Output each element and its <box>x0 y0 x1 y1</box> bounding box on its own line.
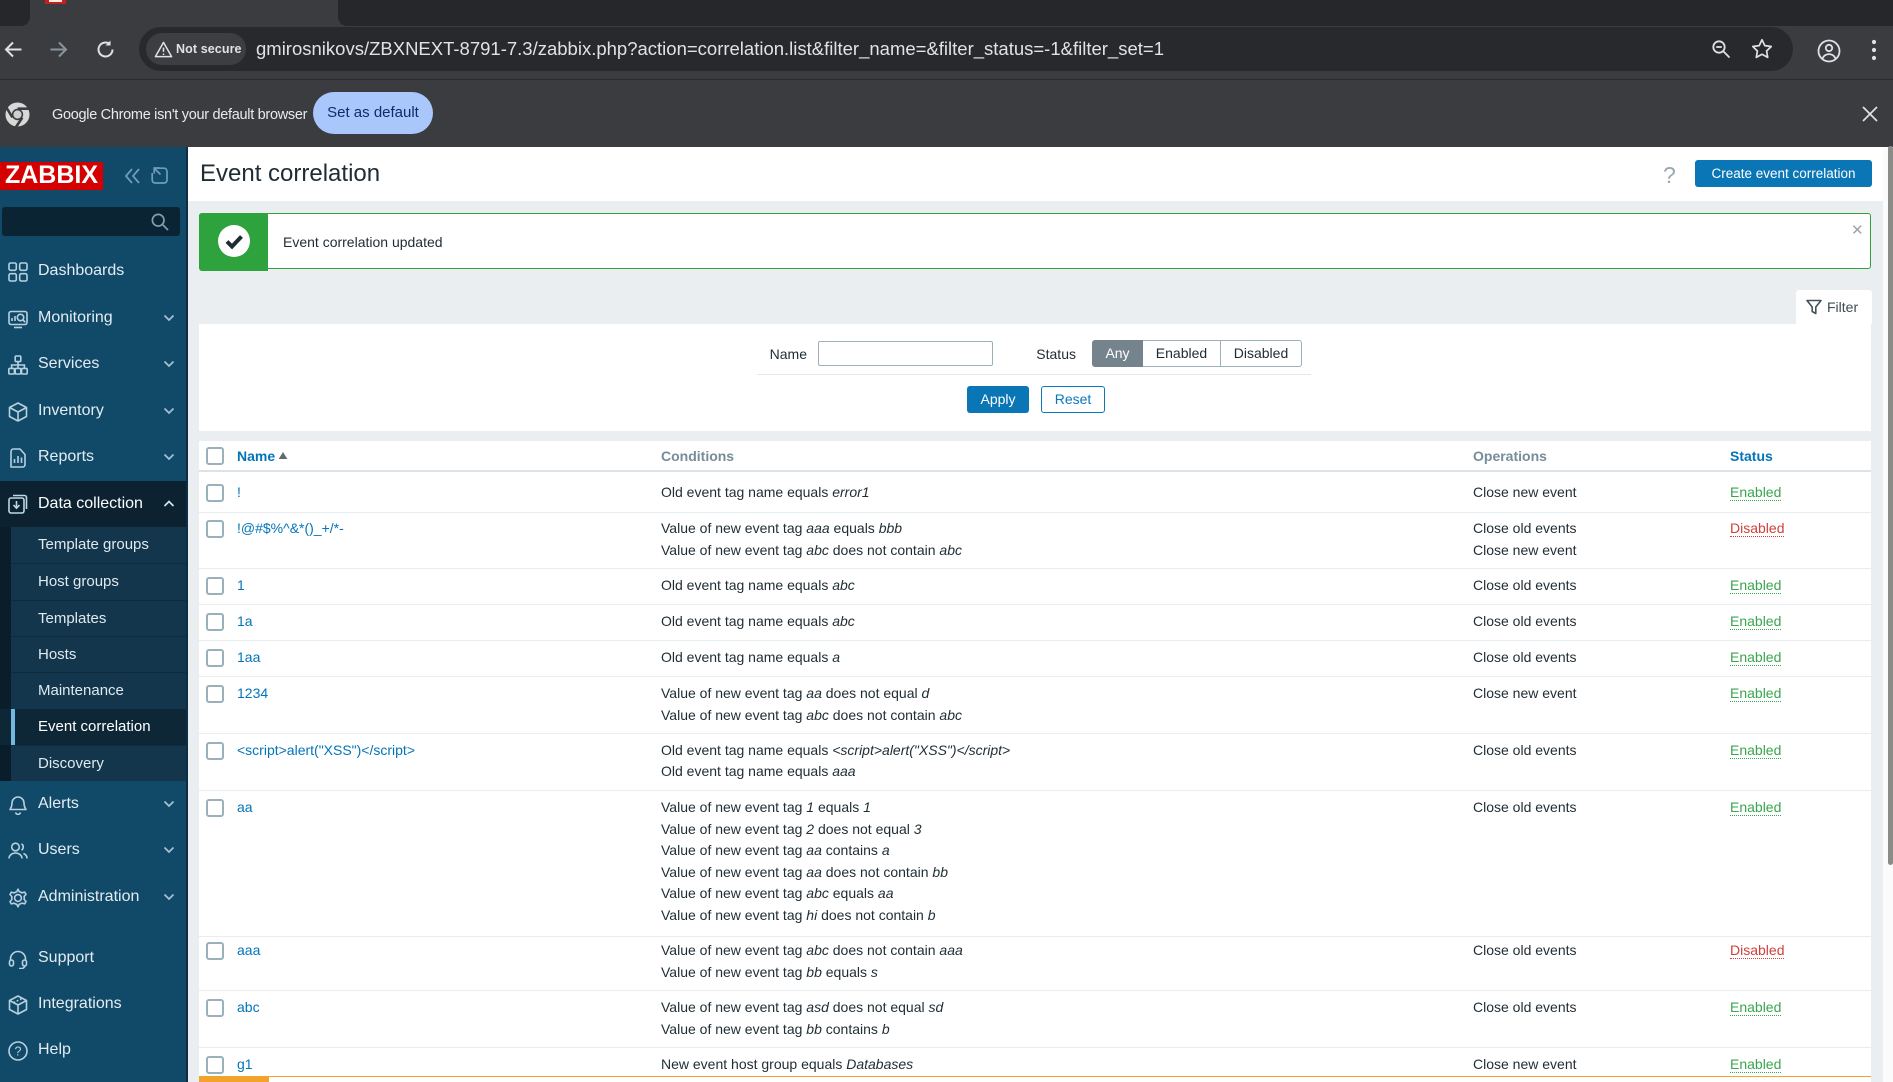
svg-text:?: ? <box>15 1044 22 1058</box>
